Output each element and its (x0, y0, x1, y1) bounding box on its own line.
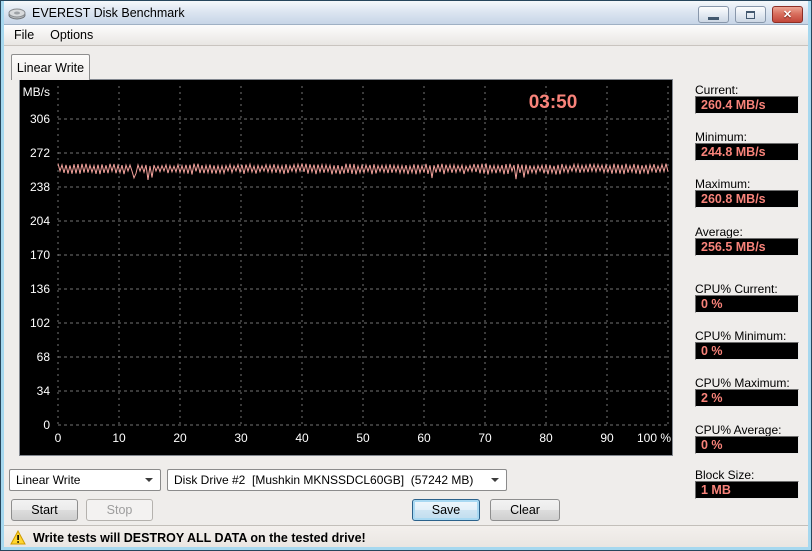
stat-value-current: 260.4 MB/s (695, 96, 799, 114)
x-tick-label: 20 (173, 431, 187, 445)
y-tick-label: 102 (30, 316, 50, 330)
menu-file[interactable]: File (6, 26, 42, 44)
chevron-down-icon (145, 478, 153, 482)
app-window: EVEREST Disk Benchmark ✕ File Options Li… (0, 0, 812, 551)
x-tick-label: 90 (600, 431, 614, 445)
stat-label-cpu-minimum: CPU% Minimum: (695, 329, 787, 343)
y-tick-label: 204 (30, 214, 50, 228)
title-bar[interactable]: EVEREST Disk Benchmark ✕ (1, 1, 811, 25)
stat-value-cpu-average: 0 % (695, 436, 799, 454)
stat-label-cpu-current: CPU% Current: (695, 282, 778, 296)
chart-canvas: 0 34 68 102 136 170 204 238 272 306 MB/s 0 10 20 30 40 5… (23, 85, 672, 445)
x-tick-label: 50 (356, 431, 370, 445)
y-tick-label: 136 (30, 282, 50, 296)
drive-value: Disk Drive #2 [Mushkin MKNSSDCL60GB] (57… (174, 473, 474, 487)
window-controls: ✕ (698, 6, 803, 23)
stat-value-minimum: 244.8 MB/s (695, 143, 799, 161)
stat-label-current: Current: (695, 83, 739, 97)
minimize-icon (708, 16, 719, 20)
elapsed-time-label: 03:50 (529, 92, 578, 113)
close-button[interactable]: ✕ (772, 6, 803, 23)
stat-label-cpu-maximum: CPU% Maximum: (695, 376, 790, 390)
y-tick-label: 238 (30, 180, 50, 194)
stat-label-cpu-average: CPU% Average: (695, 423, 782, 437)
save-button[interactable]: Save (412, 499, 480, 521)
menu-bar: File Options (2, 25, 810, 46)
stat-label-maximum: Maximum: (695, 177, 751, 191)
y-axis-unit-label: MB/s (23, 85, 50, 99)
start-button[interactable]: Start (11, 499, 78, 521)
y-tick-label: 34 (37, 384, 51, 398)
y-tick-label: 272 (30, 146, 50, 160)
stat-label-block-size: Block Size: (695, 468, 755, 482)
x-tick-label: 80 (539, 431, 553, 445)
stat-value-maximum: 260.8 MB/s (695, 190, 799, 208)
x-tick-label: 70 (478, 431, 492, 445)
x-tick-label: 40 (295, 431, 309, 445)
benchmark-chart: 0 34 68 102 136 170 204 238 272 306 MB/s 0 10 20 30 40 5… (19, 79, 673, 456)
stat-value-cpu-minimum: 0 % (695, 342, 799, 360)
stat-value-cpu-current: 0 % (695, 295, 799, 313)
x-tick-label: 60 (417, 431, 431, 445)
disk-icon (8, 6, 26, 20)
tab-linear-write[interactable]: Linear Write (11, 54, 90, 80)
maximize-icon (746, 10, 755, 19)
x-tick-label: 100 % (637, 431, 671, 445)
stat-value-average: 256.5 MB/s (695, 238, 799, 256)
minimize-button[interactable] (698, 6, 729, 23)
y-tick-label: 0 (43, 418, 50, 432)
drive-select[interactable]: Disk Drive #2 [Mushkin MKNSSDCL60GB] (57… (167, 469, 507, 491)
y-tick-label: 306 (30, 112, 50, 126)
menu-options[interactable]: Options (42, 26, 101, 44)
stat-label-minimum: Minimum: (695, 130, 748, 144)
x-tick-label: 30 (234, 431, 248, 445)
stat-label-average: Average: (695, 225, 743, 239)
x-tick-label: 0 (55, 431, 62, 445)
test-type-select[interactable]: Linear Write (9, 469, 161, 491)
window-title: EVEREST Disk Benchmark (32, 5, 185, 20)
y-tick-label: 68 (37, 350, 51, 364)
status-bar: Write tests will DESTROY ALL DATA on the… (2, 525, 810, 549)
warning-icon (10, 530, 26, 545)
stats-panel: Current: 260.4 MB/s Minimum: 244.8 MB/s Maxi… (694, 1, 802, 526)
maximize-button[interactable] (735, 6, 766, 23)
chevron-down-icon (491, 478, 499, 482)
status-warning-text: Write tests will DESTROY ALL DATA on the… (33, 530, 366, 545)
test-type-value: Linear Write (16, 473, 81, 487)
stat-value-block-size: 1 MB (695, 481, 799, 499)
stop-button[interactable]: Stop (86, 499, 153, 521)
stat-value-cpu-maximum: 2 % (695, 389, 799, 407)
x-tick-label: 10 (112, 431, 126, 445)
close-icon: ✕ (782, 9, 793, 21)
clear-button[interactable]: Clear (490, 499, 560, 521)
y-tick-label: 170 (30, 248, 50, 262)
